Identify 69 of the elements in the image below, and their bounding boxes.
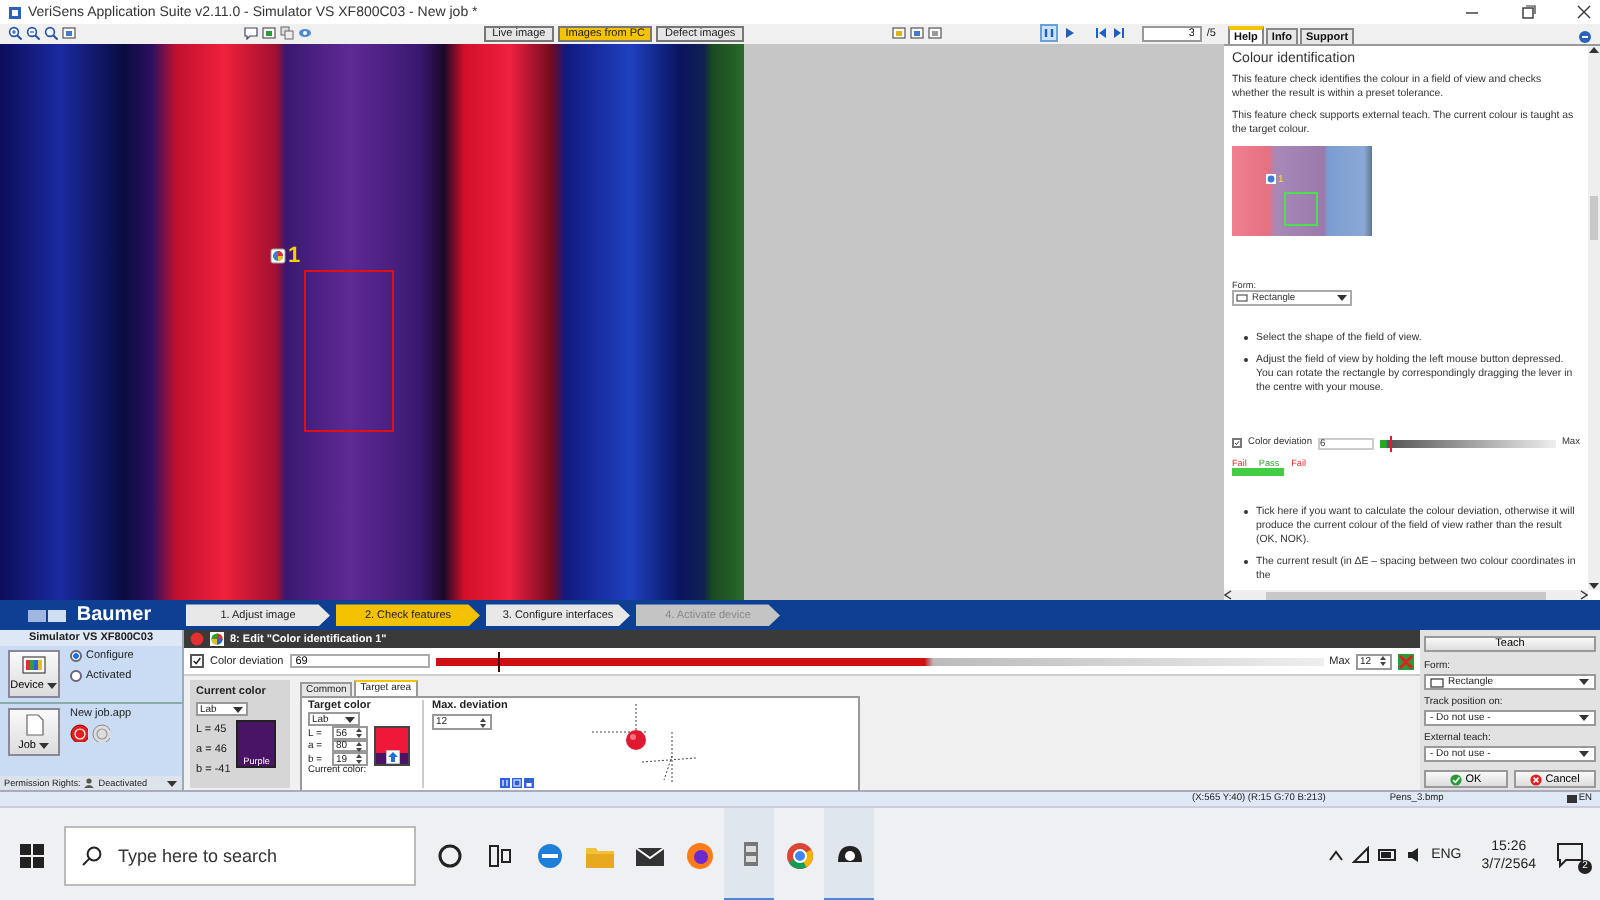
keyboard-icon xyxy=(1566,794,1579,805)
pause-icon[interactable] xyxy=(1042,26,1057,41)
scroll-right-icon xyxy=(1580,590,1588,600)
scroll-down-icon xyxy=(1588,581,1600,590)
cancel-icon xyxy=(1529,773,1542,786)
user-icon xyxy=(84,778,95,789)
horizontal-scrollbar[interactable] xyxy=(1224,589,1588,600)
color-feature-icon xyxy=(1266,174,1276,185)
zoom-fit-icon[interactable] xyxy=(44,26,58,41)
color-reset-icon[interactable] xyxy=(1398,653,1414,670)
caret-icon xyxy=(1336,294,1348,303)
rectangle-icon xyxy=(1430,677,1444,688)
task-view-icon[interactable] xyxy=(483,839,515,872)
image-settings-icon[interactable] xyxy=(891,26,906,41)
pass-range-bar xyxy=(1232,467,1284,476)
plot-view-icon[interactable] xyxy=(500,778,510,789)
teach-arrow-icon[interactable] xyxy=(385,750,399,765)
caret-icon xyxy=(1578,750,1590,759)
brand-stripes-icon xyxy=(28,607,69,624)
stop-icon[interactable] xyxy=(190,632,204,647)
copy-icon[interactable] xyxy=(280,26,295,41)
color-feature-icon xyxy=(270,247,286,264)
caret-icon xyxy=(1578,714,1590,723)
monitor-icon xyxy=(22,656,46,677)
search-icon xyxy=(82,845,102,866)
collapse-icon[interactable] xyxy=(1578,29,1592,44)
fit-window-icon[interactable] xyxy=(62,26,76,41)
deviation-marker[interactable] xyxy=(497,651,500,672)
next-icon[interactable] xyxy=(1111,26,1126,41)
eye-icon[interactable] xyxy=(298,26,313,41)
taskbar-search-field[interactable]: Type here to search xyxy=(64,825,416,886)
plot-copy-icon[interactable] xyxy=(512,778,522,789)
spinner-arrows-icon xyxy=(1378,654,1388,669)
caret-icon xyxy=(1578,678,1590,687)
document-icon xyxy=(25,714,43,737)
deviation-checkbox[interactable] xyxy=(190,654,204,669)
notification-icon[interactable] xyxy=(1556,839,1584,868)
network-icon[interactable] xyxy=(1351,846,1370,865)
scroll-left-icon xyxy=(1224,590,1232,600)
rectangle-icon xyxy=(1236,294,1248,303)
image-list-icon[interactable] xyxy=(927,26,942,41)
vertical-scrollbar[interactable] xyxy=(1588,45,1600,590)
plot-save-icon[interactable] xyxy=(524,778,534,789)
brand-logo: Baumer xyxy=(76,604,152,627)
previous-icon[interactable] xyxy=(1093,26,1108,41)
battery-icon[interactable] xyxy=(1377,848,1398,863)
cortana-circle-icon[interactable] xyxy=(433,839,465,872)
scroll-up-icon xyxy=(1588,45,1600,54)
close-icon[interactable] xyxy=(1576,4,1592,20)
comment-icon[interactable] xyxy=(244,26,259,41)
image-folder-icon[interactable] xyxy=(909,26,924,41)
record-button-icon[interactable] xyxy=(70,724,88,743)
field-of-view-rectangle[interactable] xyxy=(304,269,394,432)
field-of-view-rectangle xyxy=(1284,191,1318,226)
windows-start-icon[interactable] xyxy=(20,843,44,868)
image-export-icon[interactable] xyxy=(262,26,277,41)
app-icon xyxy=(8,5,22,19)
feature-number-label: 1 xyxy=(288,243,301,268)
caret-icon xyxy=(232,705,244,714)
zoom-out-icon[interactable] xyxy=(26,26,40,41)
chrome-browser-icon[interactable] xyxy=(783,839,815,872)
caret-icon xyxy=(37,741,50,750)
maximize-icon[interactable] xyxy=(1520,4,1536,20)
tray-caret-icon[interactable] xyxy=(1327,847,1344,864)
volume-icon[interactable] xyxy=(1405,846,1424,865)
check-icon xyxy=(1449,773,1462,786)
caret-icon xyxy=(45,682,58,691)
zoom-in-icon[interactable] xyxy=(8,26,22,41)
spinner-arrows-icon xyxy=(478,715,488,730)
